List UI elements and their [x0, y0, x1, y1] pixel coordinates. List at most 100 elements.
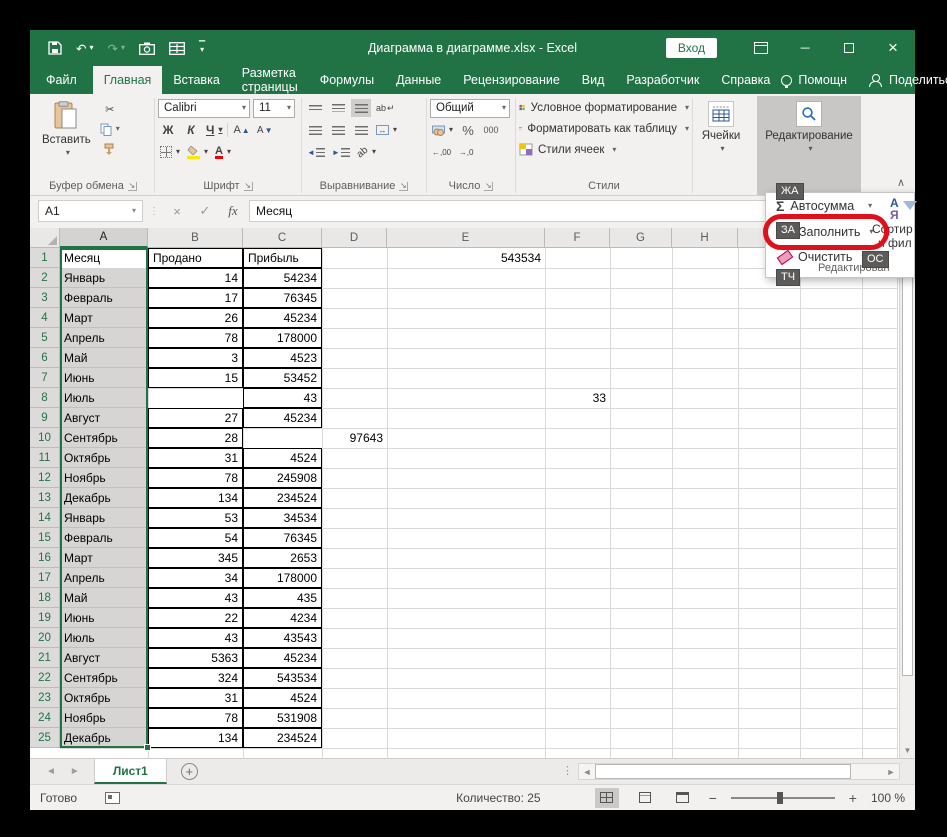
decrease-indent-icon[interactable]: ◄ [305, 143, 327, 161]
accounting-format-icon[interactable]: ▾ [430, 121, 455, 139]
zoom-slider-thumb[interactable] [777, 792, 783, 804]
cell-C5[interactable]: 178000 [243, 328, 322, 348]
align-bottom-icon[interactable] [351, 99, 371, 117]
cell-C11[interactable]: 4524 [243, 448, 322, 468]
percent-style-icon[interactable]: % [458, 121, 478, 139]
cell-C15[interactable]: 76345 [243, 528, 322, 548]
cell-B1[interactable]: Продано [148, 248, 243, 268]
cell-B20[interactable]: 43 [148, 628, 243, 648]
sheet-nav-left-icon[interactable]: ◄ [46, 766, 56, 777]
row-header-3[interactable]: 3 [30, 288, 60, 308]
column-header-D[interactable]: D [322, 228, 387, 248]
cell-D10[interactable]: 97643 [322, 428, 387, 448]
row-header-5[interactable]: 5 [30, 328, 60, 348]
column-header-B[interactable]: B [148, 228, 243, 248]
italic-button[interactable]: К [181, 121, 201, 139]
row-header-9[interactable]: 9 [30, 408, 60, 428]
sheet-tab-list1[interactable]: Лист1 [94, 759, 167, 784]
zoom-slider[interactable] [731, 797, 835, 799]
cell-B11[interactable]: 31 [148, 448, 243, 468]
cell-B21[interactable]: 5363 [148, 648, 243, 668]
redo-button[interactable]: ↷▾ [108, 41, 126, 56]
column-header-F[interactable]: F [545, 228, 610, 248]
cell-A13[interactable]: Декабрь [60, 488, 148, 508]
cell-C19[interactable]: 4234 [243, 608, 322, 628]
cell-F8[interactable]: 33 [545, 388, 610, 408]
tab-review[interactable]: Рецензирование [452, 66, 571, 94]
cell-C7[interactable]: 53452 [243, 368, 322, 388]
cell-A8[interactable]: Июль [60, 388, 148, 408]
tab-home[interactable]: Главная [93, 66, 163, 94]
cell-C8[interactable]: 43 [243, 388, 322, 408]
autosum-menu-item[interactable]: Σ Автосумма ▾ [776, 198, 872, 214]
cell-B13[interactable]: 134 [148, 488, 243, 508]
cell-E1[interactable]: 543534 [387, 248, 545, 268]
cell-A20[interactable]: Июль [60, 628, 148, 648]
column-header-C[interactable]: C [243, 228, 322, 248]
cell-B10[interactable]: 28 [148, 428, 243, 448]
row-header-19[interactable]: 19 [30, 608, 60, 628]
cell-B25[interactable]: 134 [148, 728, 243, 748]
maximize-button[interactable] [827, 30, 871, 66]
cell-A2[interactable]: Январь [60, 268, 148, 288]
row-header-25[interactable]: 25 [30, 728, 60, 748]
cell-A18[interactable]: Май [60, 588, 148, 608]
cell-C12[interactable]: 245908 [243, 468, 322, 488]
row-header-13[interactable]: 13 [30, 488, 60, 508]
editing-button[interactable]: Редактирование ▾ [760, 97, 858, 155]
cell-C23[interactable]: 4524 [243, 688, 322, 708]
tab-page-layout[interactable]: Разметка страницы [231, 66, 309, 94]
bold-button[interactable]: Ж [158, 121, 178, 139]
page-break-view-icon[interactable] [671, 788, 695, 808]
increase-indent-icon[interactable]: ► [330, 143, 352, 161]
row-header-7[interactable]: 7 [30, 368, 60, 388]
sign-in-button[interactable]: Вход [666, 38, 717, 58]
cell-B3[interactable]: 17 [148, 288, 243, 308]
format-painter-icon[interactable] [98, 140, 122, 158]
tab-formulas[interactable]: Формулы [309, 66, 385, 94]
cell-A9[interactable]: Август [60, 408, 148, 428]
cell-B6[interactable]: 3 [148, 348, 243, 368]
page-layout-view-icon[interactable] [633, 788, 657, 808]
insert-function-icon[interactable]: fx [221, 200, 245, 222]
cell-B5[interactable]: 78 [148, 328, 243, 348]
horizontal-scrollbar[interactable]: ◄ ► [578, 763, 900, 780]
normal-view-icon[interactable] [595, 788, 619, 808]
cell-A16[interactable]: Март [60, 548, 148, 568]
scroll-down-icon[interactable]: ▼ [900, 742, 915, 758]
macro-record-icon[interactable] [105, 792, 120, 804]
row-header-8[interactable]: 8 [30, 388, 60, 408]
cell-A10[interactable]: Сентябрь [60, 428, 148, 448]
column-header-H[interactable]: H [672, 228, 738, 248]
cell-A17[interactable]: Апрель [60, 568, 148, 588]
cell-C21[interactable]: 45234 [243, 648, 322, 668]
cell-B22[interactable]: 324 [148, 668, 243, 688]
cell-B24[interactable]: 78 [148, 708, 243, 728]
number-dialog-launcher-icon[interactable]: ↘ [484, 182, 493, 191]
collapse-ribbon-icon[interactable]: ∧ [897, 176, 905, 189]
row-header-21[interactable]: 21 [30, 648, 60, 668]
cell-C18[interactable]: 435 [243, 588, 322, 608]
zoom-level[interactable]: 100 % [871, 791, 905, 805]
shrink-font-button[interactable]: А▼ [255, 121, 275, 139]
cell-C20[interactable]: 43543 [243, 628, 322, 648]
cell-A5[interactable]: Апрель [60, 328, 148, 348]
cell-B14[interactable]: 53 [148, 508, 243, 528]
sheet-nav-right-icon[interactable]: ► [70, 766, 80, 777]
cell-B18[interactable]: 43 [148, 588, 243, 608]
orientation-icon[interactable]: ab▾ [355, 143, 378, 161]
column-header-E[interactable]: E [387, 228, 545, 248]
vertical-scrollbar-thumb[interactable] [902, 276, 913, 676]
cell-A14[interactable]: Январь [60, 508, 148, 528]
tab-view[interactable]: Вид [571, 66, 616, 94]
fill-color-button[interactable]: ▾ [185, 143, 210, 161]
save-icon[interactable] [48, 41, 62, 55]
cell-C24[interactable]: 531908 [243, 708, 322, 728]
clipboard-dialog-launcher-icon[interactable]: ↘ [128, 182, 137, 191]
row-header-18[interactable]: 18 [30, 588, 60, 608]
tab-developer[interactable]: Разработчик [615, 66, 710, 94]
cell-A24[interactable]: Ноябрь [60, 708, 148, 728]
column-header-A[interactable]: A [60, 228, 148, 248]
row-header-16[interactable]: 16 [30, 548, 60, 568]
cell-C16[interactable]: 2653 [243, 548, 322, 568]
